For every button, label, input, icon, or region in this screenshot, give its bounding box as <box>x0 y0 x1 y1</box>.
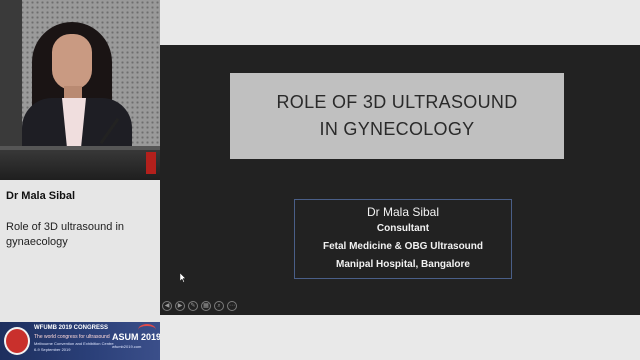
presentation-area: ROLE OF 3D ULTRASOUND IN GYNECOLOGY Dr M… <box>160 0 640 360</box>
banner-dates: 6-9 September 2019 <box>34 347 71 352</box>
talk-title: Role of 3D ultrasound in gynaecology <box>6 221 125 248</box>
slide: ROLE OF 3D ULTRASOUND IN GYNECOLOGY Dr M… <box>160 45 640 315</box>
asum-website: wfumb2019.com <box>112 344 142 349</box>
previous-slide-button[interactable]: ◀ <box>162 301 172 311</box>
speaker-video <box>0 0 160 180</box>
see-all-slides-button[interactable]: ▦ <box>201 301 211 311</box>
pen-tool-button[interactable]: ✎ <box>188 301 198 311</box>
mouse-cursor-icon <box>180 273 186 283</box>
next-slide-button[interactable]: ▶ <box>175 301 185 311</box>
wfumb-logo-icon <box>4 327 30 355</box>
author-affiliation: Manipal Hospital, Bangalore <box>336 259 470 270</box>
banner-title: WFUMB 2019 CONGRESS <box>34 325 109 331</box>
slide-controls: ◀ ▶ ✎ ▦ ⌕ ⋯ <box>162 301 237 313</box>
speaker-name: Dr Mala Sibal <box>6 190 76 202</box>
author-role: Consultant <box>376 223 430 234</box>
author-department: Fetal Medicine & OBG Ultrasound <box>322 241 484 252</box>
banner-tagline: The world congress for ultrasound <box>34 334 110 340</box>
podium <box>0 146 160 180</box>
author-box: Dr Mala Sibal Consultant Fetal Medicine … <box>294 199 512 279</box>
slide-title-box: ROLE OF 3D ULTRASOUND IN GYNECOLOGY <box>230 73 564 159</box>
author-name: Dr Mala Sibal <box>366 205 440 219</box>
zoom-button[interactable]: ⌕ <box>214 301 224 311</box>
congress-banner: WFUMB 2019 CONGRESS The world congress f… <box>0 322 160 360</box>
speaker-info: Dr Mala Sibal Role of 3D ultrasound in g… <box>0 180 160 322</box>
more-options-button[interactable]: ⋯ <box>227 301 237 311</box>
slide-title: ROLE OF 3D ULTRASOUND IN GYNECOLOGY <box>276 92 518 139</box>
left-panel: Dr Mala Sibal Role of 3D ultrasound in g… <box>0 0 160 360</box>
podium-edge <box>0 146 160 150</box>
asum-label: ASUM 2019 <box>112 332 160 342</box>
speaker-face <box>52 34 92 90</box>
banner-venue: Melbourne Convention and Exhibition Cent… <box>34 341 114 346</box>
podium-logo <box>146 152 156 174</box>
